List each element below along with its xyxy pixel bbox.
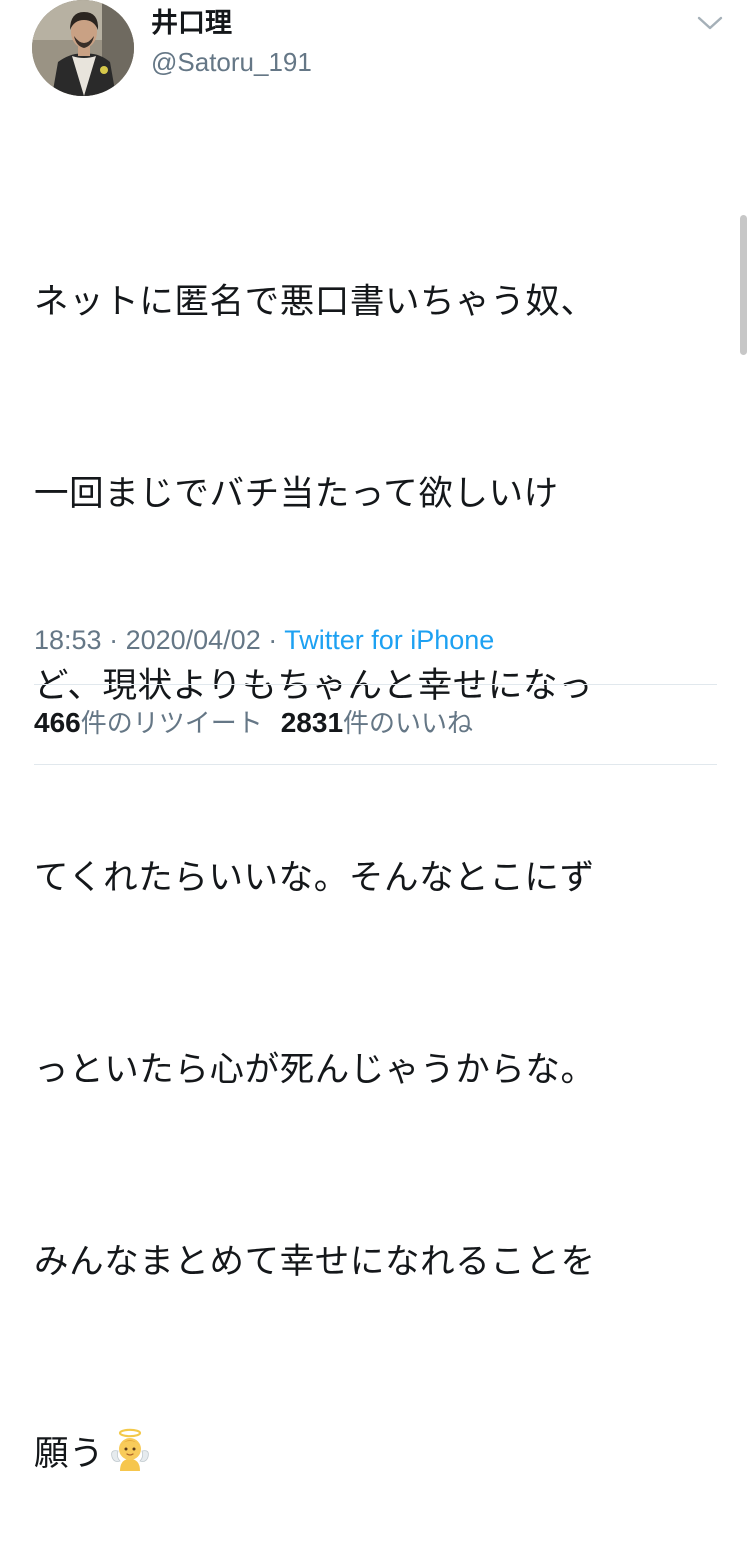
likes-label: 件のいいね: [343, 709, 474, 739]
tweet-date[interactable]: 2020/04/02: [126, 625, 261, 655]
tweet-line: ネットに匿名で悪口書いちゃう奴、: [34, 282, 596, 322]
meta-separator: ·: [101, 625, 126, 655]
retweets-stat[interactable]: 466件のリツイート: [34, 707, 263, 739]
tweet-meta: 18:53 · 2020/04/02 · Twitter for iPhone: [34, 620, 494, 660]
scrollbar[interactable]: [740, 215, 747, 355]
angel-baby-emoji-icon: [108, 1427, 152, 1492]
tweet-line: っといたら心が死んじゃうからな。: [34, 1050, 596, 1090]
meta-separator: ·: [260, 625, 285, 655]
tweet-time[interactable]: 18:53: [34, 625, 102, 655]
likes-stat[interactable]: 2831件のいいね: [280, 707, 474, 739]
tweet-line-last: 願う: [34, 1422, 724, 1492]
chevron-down-icon[interactable]: [695, 12, 725, 34]
tweet-line: てくれたらいいな。そんなとこにず: [34, 858, 595, 898]
retweets-count: 466: [34, 707, 81, 738]
divider: [34, 764, 717, 765]
tweet-source-link[interactable]: Twitter for iPhone: [284, 625, 494, 655]
divider: [34, 684, 717, 685]
likes-count: 2831: [280, 707, 344, 738]
tweet-line: 願う: [34, 1434, 105, 1474]
tweet-line: みんなまとめて幸せになれることを: [34, 1242, 596, 1282]
retweets-label: 件のリツイート: [80, 709, 263, 739]
avatar[interactable]: [32, 0, 134, 96]
tweet-text: ネットに匿名で悪口書いちゃう奴、 一回まじでバチ当たって欲しいけ ど、現状よりも…: [34, 142, 724, 1552]
tweet-stats: 466件のリツイート 2831件のいいね: [34, 703, 473, 744]
display-name[interactable]: 井口理: [151, 6, 232, 42]
user-handle[interactable]: @Satoru_191: [151, 45, 312, 79]
tweet-line: 一回まじでバチ当たって欲しいけ: [34, 474, 559, 514]
